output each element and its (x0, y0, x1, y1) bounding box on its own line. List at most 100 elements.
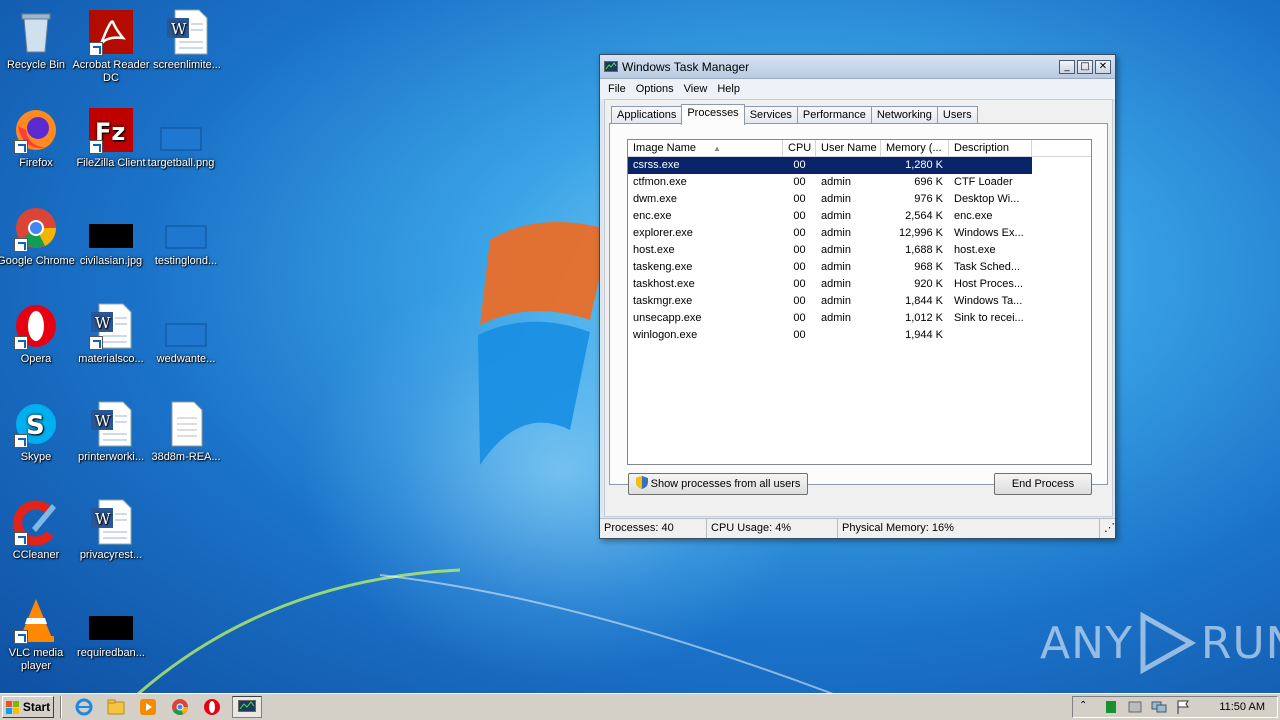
tab-applications[interactable]: Applications (611, 106, 683, 124)
show-hidden-icons-chevron-icon[interactable]: ⌃ (1079, 700, 1095, 714)
quicklaunch-ie[interactable] (73, 696, 95, 718)
desktop-icon-wedwante[interactable]: wedwante... (147, 302, 225, 366)
column-cpu[interactable]: CPU (783, 140, 816, 156)
process-name: explorer.exe (633, 227, 693, 239)
task-manager-window[interactable]: Windows Task Manager _ □ ✕ File Options … (599, 54, 1116, 539)
title-bar[interactable]: Windows Task Manager _ □ ✕ (600, 55, 1115, 79)
desktop-icon-acrobat[interactable]: Acrobat Reader DC (72, 8, 150, 85)
show-all-processes-label: Show processes from all users (650, 478, 801, 490)
desktop-icon-ccleaner[interactable]: CCleaner (0, 498, 75, 562)
process-row[interactable]: csrss.exe 00 1,280 K (628, 157, 1032, 174)
column-memory[interactable]: Memory (... (881, 140, 949, 156)
uac-shield-icon (635, 476, 648, 489)
desktop-icon-printerworki[interactable]: W printerworki... (72, 400, 150, 464)
desktop-icon-screenlimite[interactable]: W screenlimite... (148, 8, 226, 72)
process-row[interactable]: ctfmon.exe 00 admin 696 K CTF Loader (628, 174, 1091, 191)
end-process-button[interactable]: End Process (994, 473, 1092, 495)
process-list-header: Image Name ▲ CPU User Name Memory (... D… (628, 140, 1091, 157)
process-row[interactable]: dwm.exe 00 admin 976 K Desktop Wi... (628, 191, 1091, 208)
desktop-icon-filezilla[interactable]: Fz FileZilla Client (72, 106, 150, 170)
shortcut-arrow-icon (89, 42, 103, 56)
process-user: admin (821, 261, 851, 273)
process-memory: 12,996 K (898, 227, 943, 239)
process-row[interactable]: taskeng.exe 00 admin 968 K Task Sched... (628, 259, 1091, 276)
quicklaunch-explorer[interactable] (105, 696, 127, 718)
process-memory: 1,944 K (905, 329, 943, 341)
shortcut-arrow-icon (14, 336, 28, 350)
process-list[interactable]: Image Name ▲ CPU User Name Memory (... D… (627, 139, 1092, 465)
process-row[interactable]: taskmgr.exe 00 admin 1,844 K Windows Ta.… (628, 293, 1091, 310)
process-user: admin (821, 278, 851, 290)
clock[interactable]: 11:50 AM (1219, 701, 1265, 713)
desktop-icon-label: civilasian.jpg (79, 255, 143, 267)
process-row[interactable]: enc.exe 00 admin 2,564 K enc.exe (628, 208, 1091, 225)
desktop-icon-privacyrest[interactable]: W privacyrest... (72, 498, 150, 562)
desktop-icon-materialsco[interactable]: W materialsco... (72, 302, 150, 366)
process-user: admin (821, 193, 851, 205)
resize-grip-icon[interactable]: ⋰ (1100, 519, 1115, 538)
folder-icon (107, 699, 125, 715)
tab-services[interactable]: Services (743, 106, 798, 124)
column-user-name[interactable]: User Name (816, 140, 881, 156)
desktop-icon-label: Skype (20, 451, 52, 463)
desktop-icon-label: Recycle Bin (6, 59, 66, 71)
processes-panel: Image Name ▲ CPU User Name Memory (... D… (609, 123, 1108, 485)
network-icon[interactable] (1151, 700, 1167, 714)
desktop-icon-label: printerworki... (77, 451, 145, 463)
process-description: Desktop Wi... (954, 193, 1020, 205)
menu-bar: File Options View Help (600, 79, 1115, 99)
process-row[interactable]: taskhost.exe 00 admin 920 K Host Proces.… (628, 276, 1091, 293)
svg-text:S: S (26, 411, 45, 441)
start-button[interactable]: Start (2, 696, 54, 718)
shortcut-arrow-icon (14, 434, 28, 448)
play-logo-icon (1140, 612, 1196, 674)
tab-performance[interactable]: Performance (796, 106, 872, 124)
menu-file[interactable]: File (608, 83, 626, 95)
minimize-button[interactable]: _ (1059, 59, 1075, 74)
flag-icon[interactable] (1175, 700, 1191, 714)
quicklaunch-opera[interactable] (201, 696, 223, 718)
process-description: host.exe (954, 244, 996, 256)
process-name: dwm.exe (633, 193, 678, 205)
process-row[interactable]: winlogon.exe 00 1,944 K (628, 327, 1091, 344)
desktop-icon-opera[interactable]: Opera (0, 302, 75, 366)
desktop-icon-civilasian[interactable]: civilasian.jpg (72, 204, 150, 268)
tab-networking[interactable]: Networking (870, 106, 938, 124)
desktop-icon-vlc[interactable]: VLC media player (0, 596, 75, 673)
process-user: admin (821, 295, 851, 307)
green-app-tray-icon[interactable] (1103, 700, 1119, 714)
desktop-icon-label: CCleaner (12, 549, 60, 561)
desktop-icon-targetball[interactable]: targetball.png (142, 106, 220, 170)
quicklaunch-chrome[interactable] (169, 696, 191, 718)
column-image-name[interactable]: Image Name ▲ (628, 140, 783, 156)
desktop-icon-firefox[interactable]: Firefox (0, 106, 75, 170)
menu-help[interactable]: Help (717, 83, 740, 95)
desktop-icon-requiredban[interactable]: requiredban... (72, 596, 150, 660)
tab-users[interactable]: Users (936, 106, 978, 124)
desktop-icon-38d8m[interactable]: 38d8m-REA... (147, 400, 225, 464)
tab-processes[interactable]: Processes (681, 104, 745, 125)
quicklaunch-media-player[interactable] (137, 696, 159, 718)
maximize-button[interactable]: □ (1077, 59, 1093, 74)
process-memory: 2,564 K (905, 210, 943, 222)
desktop-icon-testinglond[interactable]: testinglond... (147, 204, 225, 268)
process-row[interactable]: explorer.exe 00 admin 12,996 K Windows E… (628, 225, 1091, 242)
desktop-icon-skype[interactable]: S Skype (0, 400, 75, 464)
opera-icon (204, 699, 220, 715)
menu-view[interactable]: View (684, 83, 708, 95)
column-description[interactable]: Description (949, 140, 1032, 156)
desktop-icon-chrome[interactable]: Google Chrome (0, 204, 75, 268)
process-row[interactable]: unsecapp.exe 00 admin 1,012 K Sink to re… (628, 310, 1091, 327)
process-description: Sink to recei... (954, 312, 1024, 324)
desktop-icon-label: 38d8m-REA... (151, 451, 221, 463)
show-all-processes-button[interactable]: Show processes from all users (628, 473, 808, 495)
process-row[interactable]: host.exe 00 admin 1,688 K host.exe (628, 242, 1091, 259)
process-description: Task Sched... (954, 261, 1021, 273)
action-center-icon[interactable] (1127, 700, 1143, 714)
close-button[interactable]: ✕ (1095, 59, 1111, 74)
taskbar-task-manager[interactable] (232, 696, 262, 718)
svg-text:W: W (171, 20, 187, 38)
menu-options[interactable]: Options (636, 83, 674, 95)
process-description: CTF Loader (954, 176, 1013, 188)
desktop-icon-recycle-bin[interactable]: Recycle Bin (0, 8, 75, 72)
